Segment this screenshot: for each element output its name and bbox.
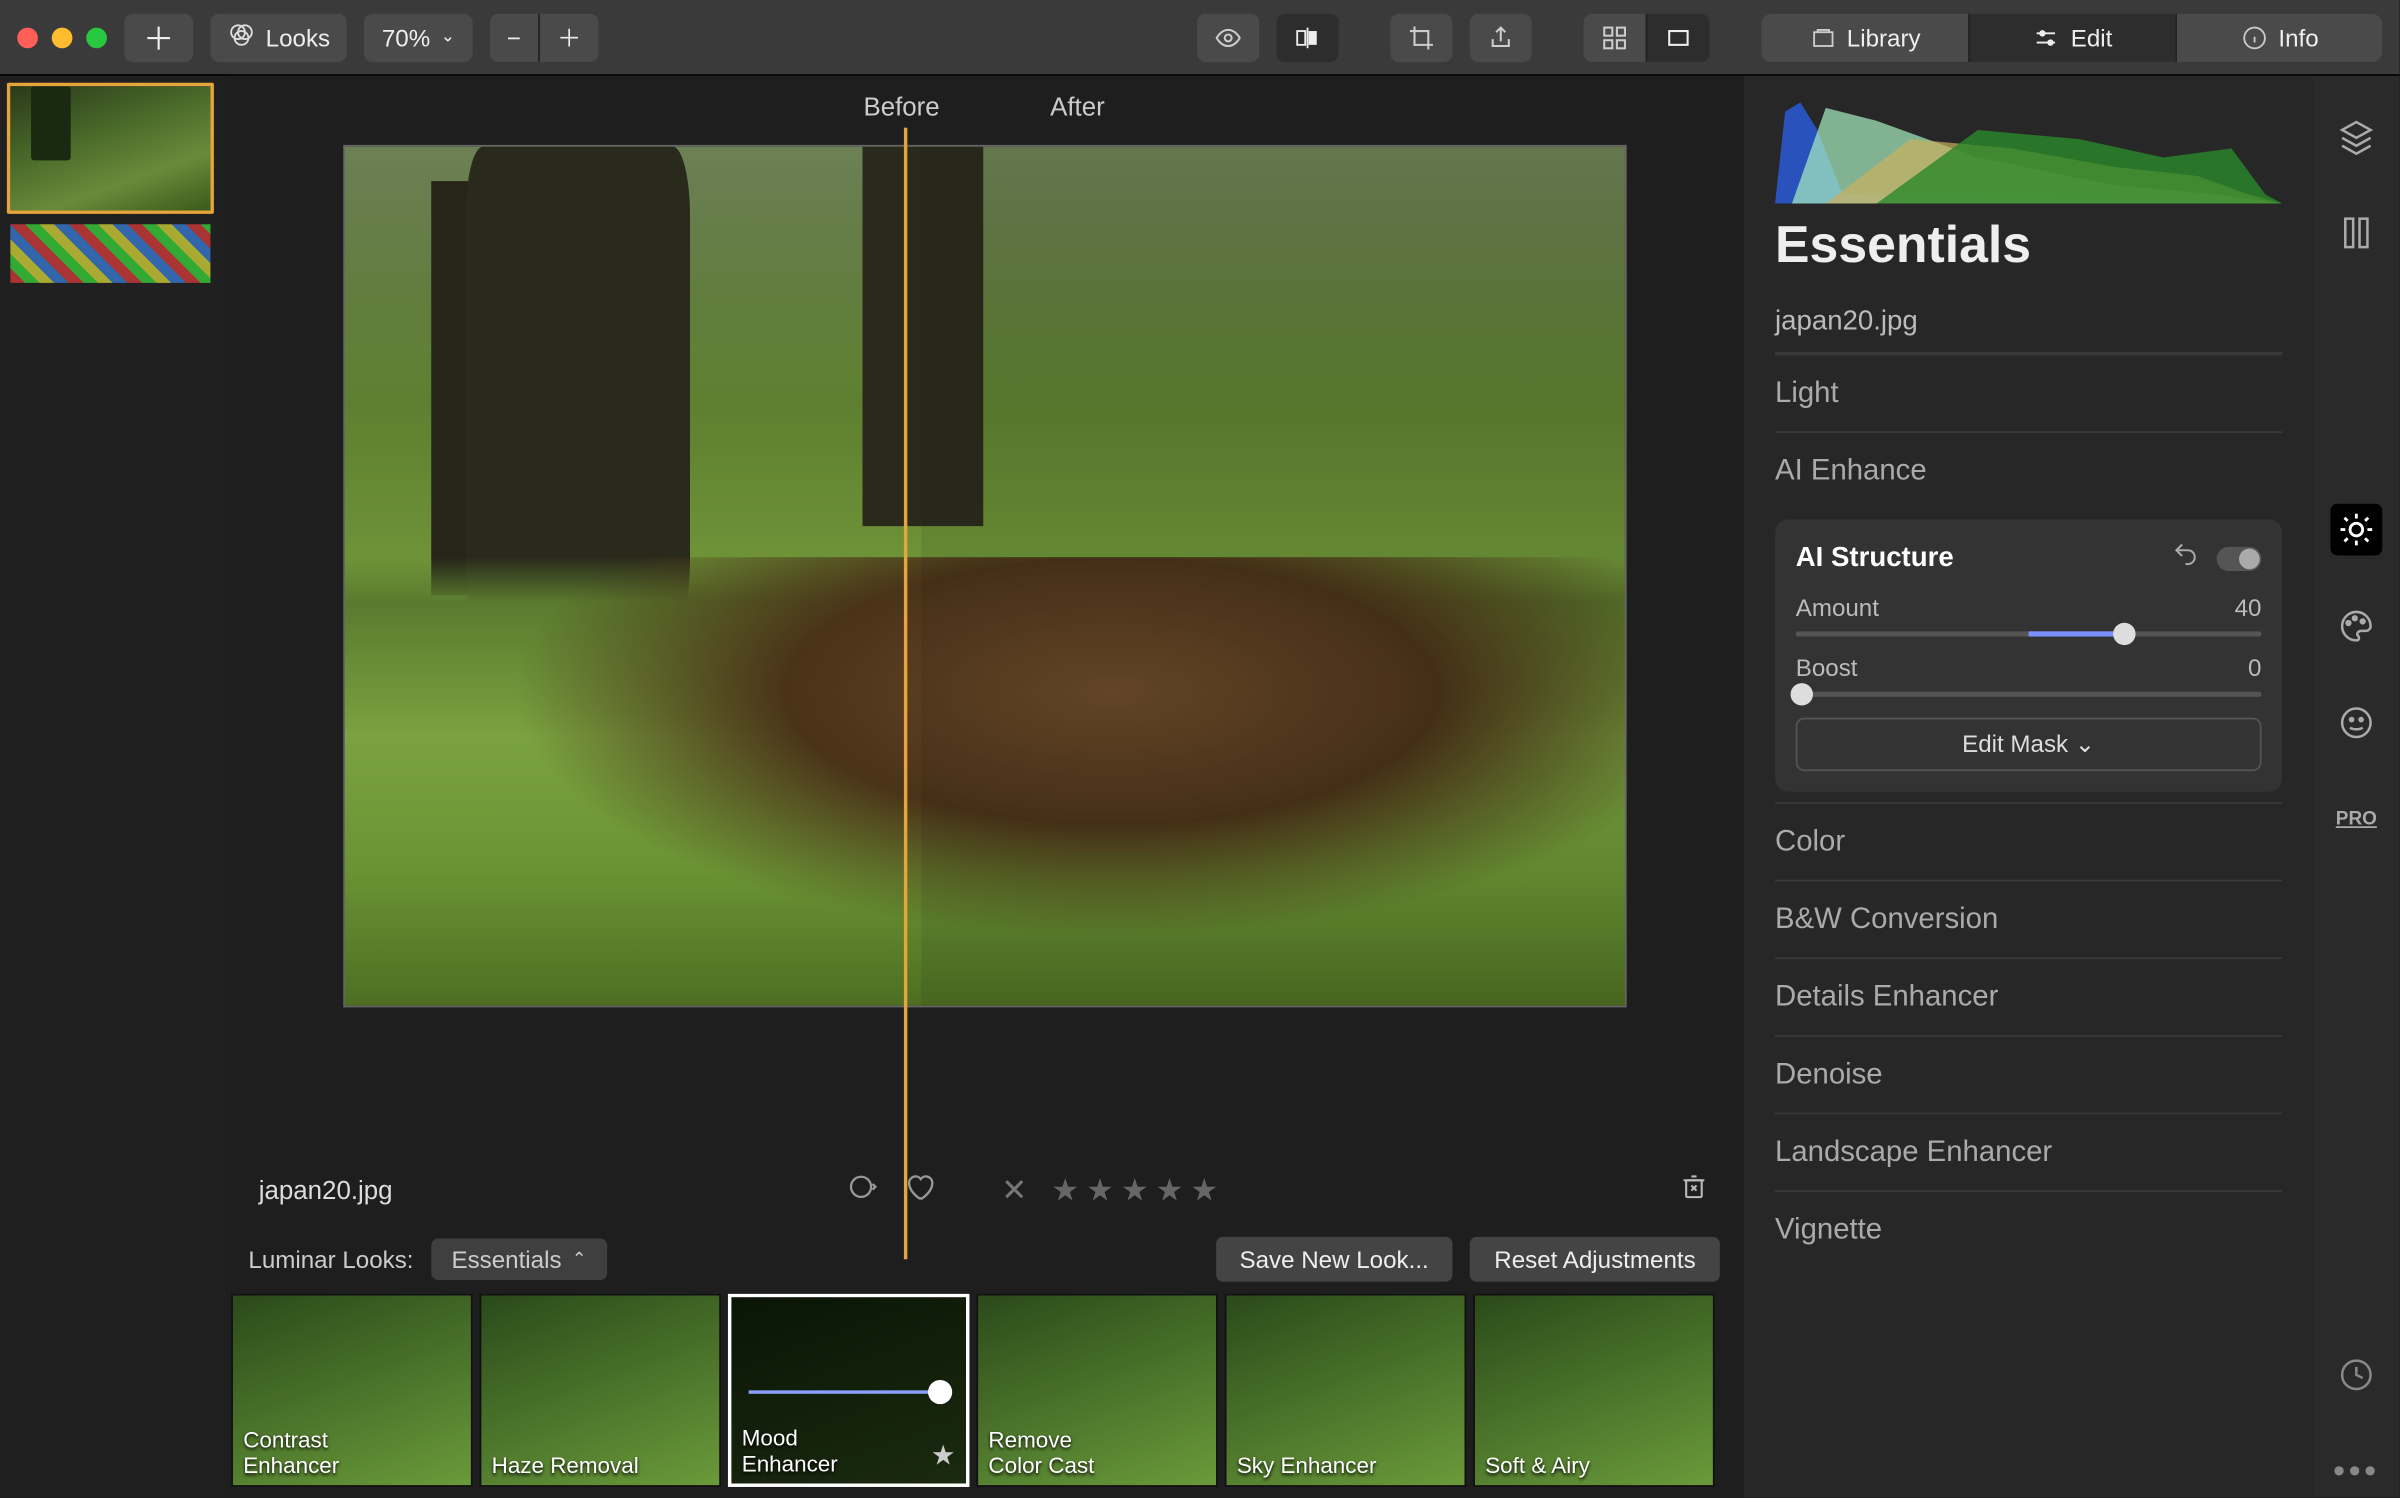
section-color[interactable]: Color bbox=[1775, 802, 2282, 880]
reject-x-icon[interactable]: ✕ bbox=[1001, 1172, 1027, 1208]
star-icon[interactable]: ★ bbox=[931, 1439, 956, 1474]
amount-label: Amount bbox=[1796, 593, 1879, 621]
look-amount-slider[interactable] bbox=[749, 1390, 949, 1393]
editor-canvas-area: Before After japan20.jpg bbox=[224, 76, 1744, 1497]
section-bw[interactable]: B&W Conversion bbox=[1775, 880, 2282, 958]
looks-icon bbox=[228, 21, 256, 54]
portrait-tool-icon[interactable] bbox=[2330, 697, 2382, 749]
section-details[interactable]: Details Enhancer bbox=[1775, 957, 2282, 1035]
boost-value: 0 bbox=[2248, 654, 2261, 682]
crop-icon bbox=[1408, 23, 1436, 51]
chevron-up-icon: ⌃ bbox=[572, 1250, 586, 1269]
section-denoise[interactable]: Denoise bbox=[1775, 1035, 2282, 1113]
library-label: Library bbox=[1847, 23, 1921, 51]
boost-slider[interactable] bbox=[1796, 692, 2262, 697]
zoom-in-button[interactable]: ＋ bbox=[538, 13, 598, 61]
creative-tool-icon[interactable] bbox=[2330, 600, 2382, 652]
close-icon[interactable] bbox=[17, 27, 38, 48]
look-preset[interactable]: Contrast Enhancer bbox=[231, 1294, 472, 1487]
compare-button[interactable] bbox=[1277, 13, 1339, 61]
chevron-down-icon: ⌄ bbox=[441, 28, 455, 47]
single-view-button[interactable] bbox=[1646, 13, 1710, 61]
maximize-icon[interactable] bbox=[86, 27, 107, 48]
grid-view-button[interactable] bbox=[1584, 13, 1646, 61]
eye-icon bbox=[1214, 23, 1242, 51]
quick-preview-button[interactable] bbox=[1197, 13, 1259, 61]
boost-label: Boost bbox=[1796, 654, 1858, 682]
info-icon bbox=[2240, 23, 2268, 51]
looks-category-label: Essentials bbox=[451, 1245, 561, 1273]
layers-icon[interactable] bbox=[2330, 110, 2382, 162]
compare-icon bbox=[1294, 23, 1322, 51]
tool-rail: PRO ••• bbox=[2313, 76, 2399, 1497]
library-icon bbox=[1809, 23, 1837, 51]
look-preset-selected[interactable]: Mood Enhancer ★ bbox=[728, 1294, 970, 1487]
section-ai-structure: AI Structure Amount 40 bbox=[1775, 519, 2282, 792]
sliders-icon bbox=[2033, 23, 2061, 51]
single-icon bbox=[1665, 23, 1693, 51]
filmstrip bbox=[0, 76, 224, 1497]
looks-category-select[interactable]: Essentials ⌃ bbox=[431, 1239, 607, 1280]
compare-divider[interactable] bbox=[904, 128, 907, 1260]
looks-bar: Luminar Looks: Essentials ⌃ Save New Loo… bbox=[224, 1225, 1744, 1294]
grid-icon bbox=[1601, 23, 1629, 51]
filename-label: japan20.jpg bbox=[259, 1176, 393, 1205]
histogram[interactable] bbox=[1775, 93, 2282, 203]
after-label: After bbox=[1050, 92, 1105, 121]
section-landscape[interactable]: Landscape Enhancer bbox=[1775, 1113, 2282, 1191]
titlebar: ＋ Looks 70% ⌄ − ＋ bbox=[0, 0, 2399, 76]
add-button[interactable]: ＋ bbox=[124, 13, 193, 61]
edit-label: Edit bbox=[2071, 23, 2113, 51]
minimize-icon[interactable] bbox=[52, 27, 73, 48]
thumbnail-selected[interactable] bbox=[7, 83, 214, 214]
looks-strip: Contrast Enhancer Haze Removal Mood Enha… bbox=[224, 1294, 1744, 1498]
pro-tool-icon[interactable]: PRO bbox=[2330, 794, 2382, 846]
canvas-icon[interactable] bbox=[2330, 207, 2382, 259]
undo-icon[interactable] bbox=[2172, 540, 2200, 576]
zoom-value: 70% bbox=[382, 23, 430, 51]
preview-image[interactable] bbox=[342, 145, 1625, 1008]
amount-slider[interactable] bbox=[1796, 631, 2262, 636]
looks-prefix: Luminar Looks: bbox=[248, 1245, 413, 1273]
crop-button[interactable] bbox=[1390, 13, 1452, 61]
thumbnail[interactable] bbox=[7, 221, 214, 287]
share-icon bbox=[1487, 23, 1515, 51]
favorite-heart-icon[interactable] bbox=[905, 1171, 936, 1209]
color-tag-picker[interactable] bbox=[846, 1170, 881, 1211]
look-preset[interactable]: Haze Removal bbox=[480, 1294, 721, 1487]
panel-filename: japan20.jpg bbox=[1775, 293, 2282, 353]
share-button[interactable] bbox=[1470, 13, 1532, 61]
section-light[interactable]: Light bbox=[1775, 354, 2282, 432]
info-tab[interactable]: Info bbox=[2175, 13, 2382, 61]
save-new-look-button[interactable]: Save New Look... bbox=[1215, 1237, 1453, 1282]
before-after-labels: Before After bbox=[224, 76, 1744, 128]
looks-button[interactable]: Looks bbox=[210, 13, 347, 61]
edit-mask-button[interactable]: Edit Mask ⌄ bbox=[1796, 718, 2262, 771]
window-controls bbox=[17, 27, 107, 48]
amount-value: 40 bbox=[2235, 593, 2262, 621]
look-preset[interactable]: Remove Color Cast bbox=[976, 1294, 1217, 1487]
zoom-select[interactable]: 70% ⌄ bbox=[365, 13, 473, 61]
section-ai-enhance[interactable]: AI Enhance bbox=[1775, 431, 2282, 509]
ai-structure-toggle[interactable] bbox=[2217, 546, 2262, 570]
before-label: Before bbox=[863, 92, 939, 121]
info-label: Info bbox=[2278, 23, 2318, 51]
edit-tab[interactable]: Edit bbox=[1968, 13, 2175, 61]
trash-icon[interactable] bbox=[1678, 1171, 1709, 1209]
library-tab[interactable]: Library bbox=[1761, 13, 1968, 61]
look-preset[interactable]: Sky Enhancer bbox=[1225, 1294, 1467, 1487]
zoom-out-button[interactable]: − bbox=[490, 13, 539, 61]
section-vignette[interactable]: Vignette bbox=[1775, 1190, 2282, 1268]
looks-label: Looks bbox=[266, 23, 330, 51]
essentials-tool-icon[interactable] bbox=[2330, 504, 2382, 556]
right-panel: Essentials japan20.jpg Light AI Enhance … bbox=[1744, 76, 2400, 1497]
reset-adjustments-button[interactable]: Reset Adjustments bbox=[1470, 1237, 1720, 1282]
star-rating[interactable]: ★★★★★ bbox=[1051, 1172, 1225, 1208]
more-icon[interactable]: ••• bbox=[2330, 1446, 2382, 1498]
ai-structure-title: AI Structure bbox=[1796, 543, 1954, 574]
history-icon[interactable] bbox=[2330, 1349, 2382, 1401]
look-preset[interactable]: Soft & Airy bbox=[1473, 1294, 1715, 1487]
image-meta-bar: japan20.jpg ✕ ★★★★★ bbox=[224, 1156, 1744, 1225]
panel-title: Essentials bbox=[1775, 217, 2282, 276]
